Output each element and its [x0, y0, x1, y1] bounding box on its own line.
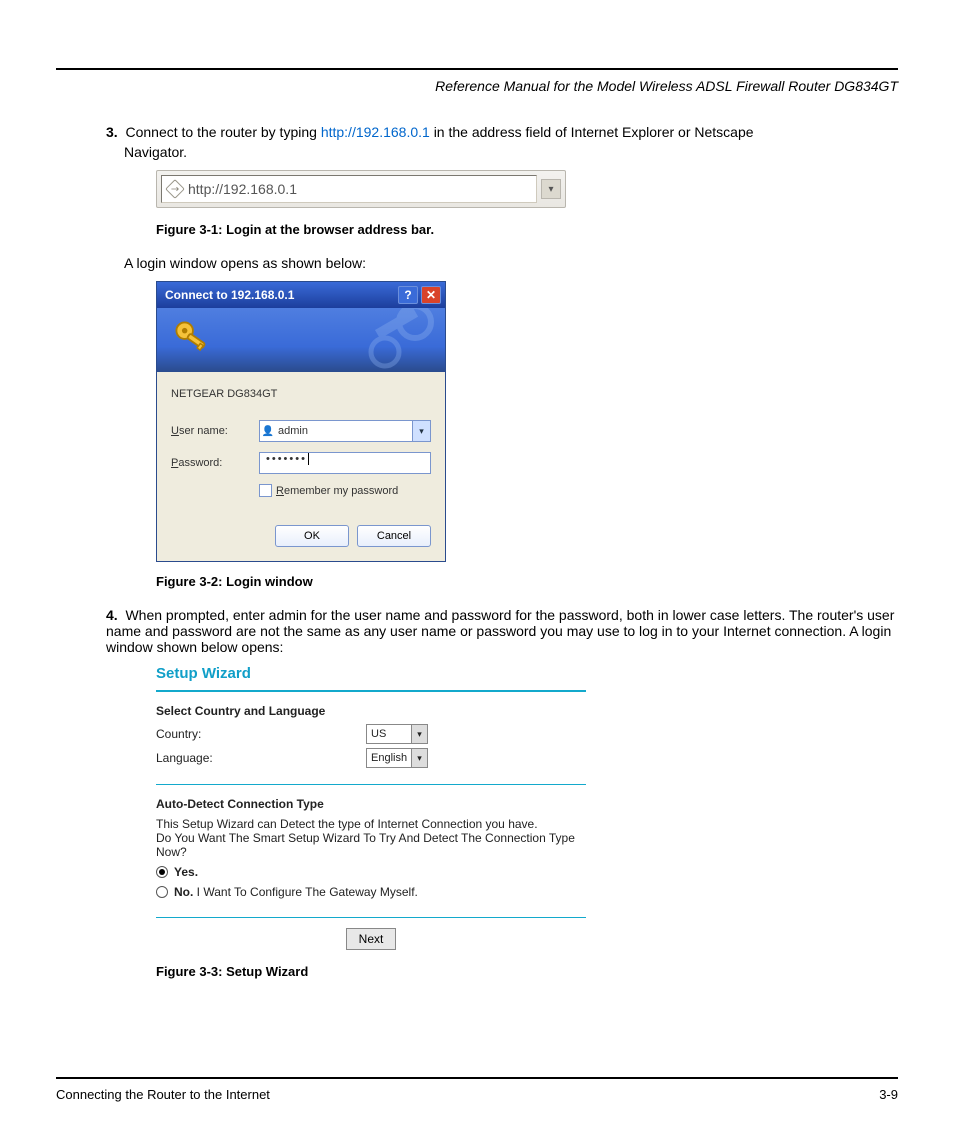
address-dropdown-icon[interactable]: ▾	[541, 179, 561, 199]
help-icon[interactable]: ?	[398, 286, 418, 304]
radio-no-label: No. I Want To Configure The Gateway Myse…	[174, 885, 418, 899]
language-select[interactable]: English ▾	[366, 748, 428, 768]
next-button[interactable]: Next	[346, 928, 397, 950]
figure-3-3-caption: Figure 3-3: Setup Wizard	[156, 964, 898, 979]
figure-3-1-caption: Figure 3-1: Login at the browser address…	[156, 222, 898, 237]
divider	[156, 784, 586, 785]
section-autodetect: Auto-Detect Connection Type	[156, 797, 586, 811]
figure-3-2-caption: Figure 3-2: Login window	[156, 574, 898, 589]
footer-left: Connecting the Router to the Internet	[56, 1087, 270, 1102]
country-label: Country:	[156, 727, 366, 741]
chevron-down-icon[interactable]: ▾	[412, 421, 430, 441]
address-text: http://192.168.0.1	[188, 181, 297, 197]
step4-num: 4.	[106, 607, 118, 623]
step3-line2: Navigator.	[124, 144, 898, 160]
language-label: Language:	[156, 751, 366, 765]
address-input[interactable]: ↘ http://192.168.0.1	[161, 175, 537, 203]
footer-page: 3-9	[879, 1087, 898, 1102]
remember-label: Remember my password	[276, 485, 398, 497]
step3-line1: 3. Connect to the router by typing http:…	[106, 124, 898, 140]
step3-num: 3.	[106, 124, 118, 140]
ok-button[interactable]: OK	[275, 525, 349, 547]
realm-text: NETGEAR DG834GT	[171, 388, 431, 400]
remember-checkbox[interactable]	[259, 484, 272, 497]
dialog-banner	[157, 308, 445, 372]
router-url-text: http://192.168.0.1	[321, 124, 430, 140]
dialog-title-text: Connect to 192.168.0.1	[165, 288, 294, 302]
dialog-titlebar: Connect to 192.168.0.1 ? ✕	[157, 282, 445, 308]
password-input[interactable]: •••••••	[259, 452, 431, 474]
close-icon[interactable]: ✕	[421, 286, 441, 304]
radio-yes-label: Yes.	[174, 865, 198, 879]
divider	[156, 917, 586, 918]
top-rule	[56, 68, 898, 70]
cancel-button[interactable]: Cancel	[357, 525, 431, 547]
username-label: User name:	[171, 425, 259, 437]
link-icon: ↘	[165, 179, 185, 199]
password-label: Password:	[171, 457, 259, 469]
username-combobox[interactable]: 👤 admin ▾	[259, 420, 431, 442]
wizard-title: Setup Wizard	[156, 665, 586, 682]
user-icon: 👤	[260, 426, 276, 437]
login-prompt-text: A login window opens as shown below:	[124, 255, 898, 271]
username-value: admin	[276, 425, 412, 437]
country-select[interactable]: US ▾	[366, 724, 428, 744]
step3-a: Connect to the router by typing	[125, 124, 320, 140]
banner-bg-keys-icon	[335, 308, 445, 372]
country-value: US	[367, 728, 411, 740]
radio-yes[interactable]	[156, 866, 168, 878]
chevron-down-icon[interactable]: ▾	[411, 749, 427, 767]
chevron-down-icon[interactable]: ▾	[411, 725, 427, 743]
radio-no[interactable]	[156, 886, 168, 898]
login-dialog: Connect to 192.168.0.1 ? ✕	[156, 281, 446, 562]
section-country-language: Select Country and Language	[156, 704, 586, 718]
keys-icon	[169, 316, 215, 360]
divider	[156, 690, 586, 692]
setup-wizard-panel: Setup Wizard Select Country and Language…	[156, 665, 586, 950]
language-value: English	[367, 752, 411, 764]
autodetect-desc1: This Setup Wizard can Detect the type of…	[156, 817, 586, 831]
bottom-rule	[56, 1077, 898, 1079]
autodetect-desc2: Do You Want The Smart Setup Wizard To Tr…	[156, 831, 586, 859]
step4-body: When prompted, enter admin for the user …	[106, 607, 894, 655]
browser-address-bar: ↘ http://192.168.0.1 ▾	[156, 170, 566, 208]
step3-b: in the address field of Internet Explore…	[434, 124, 754, 140]
step4-text: 4. When prompted, enter admin for the us…	[106, 607, 898, 655]
doc-header: Reference Manual for the Model Wireless …	[56, 78, 898, 94]
